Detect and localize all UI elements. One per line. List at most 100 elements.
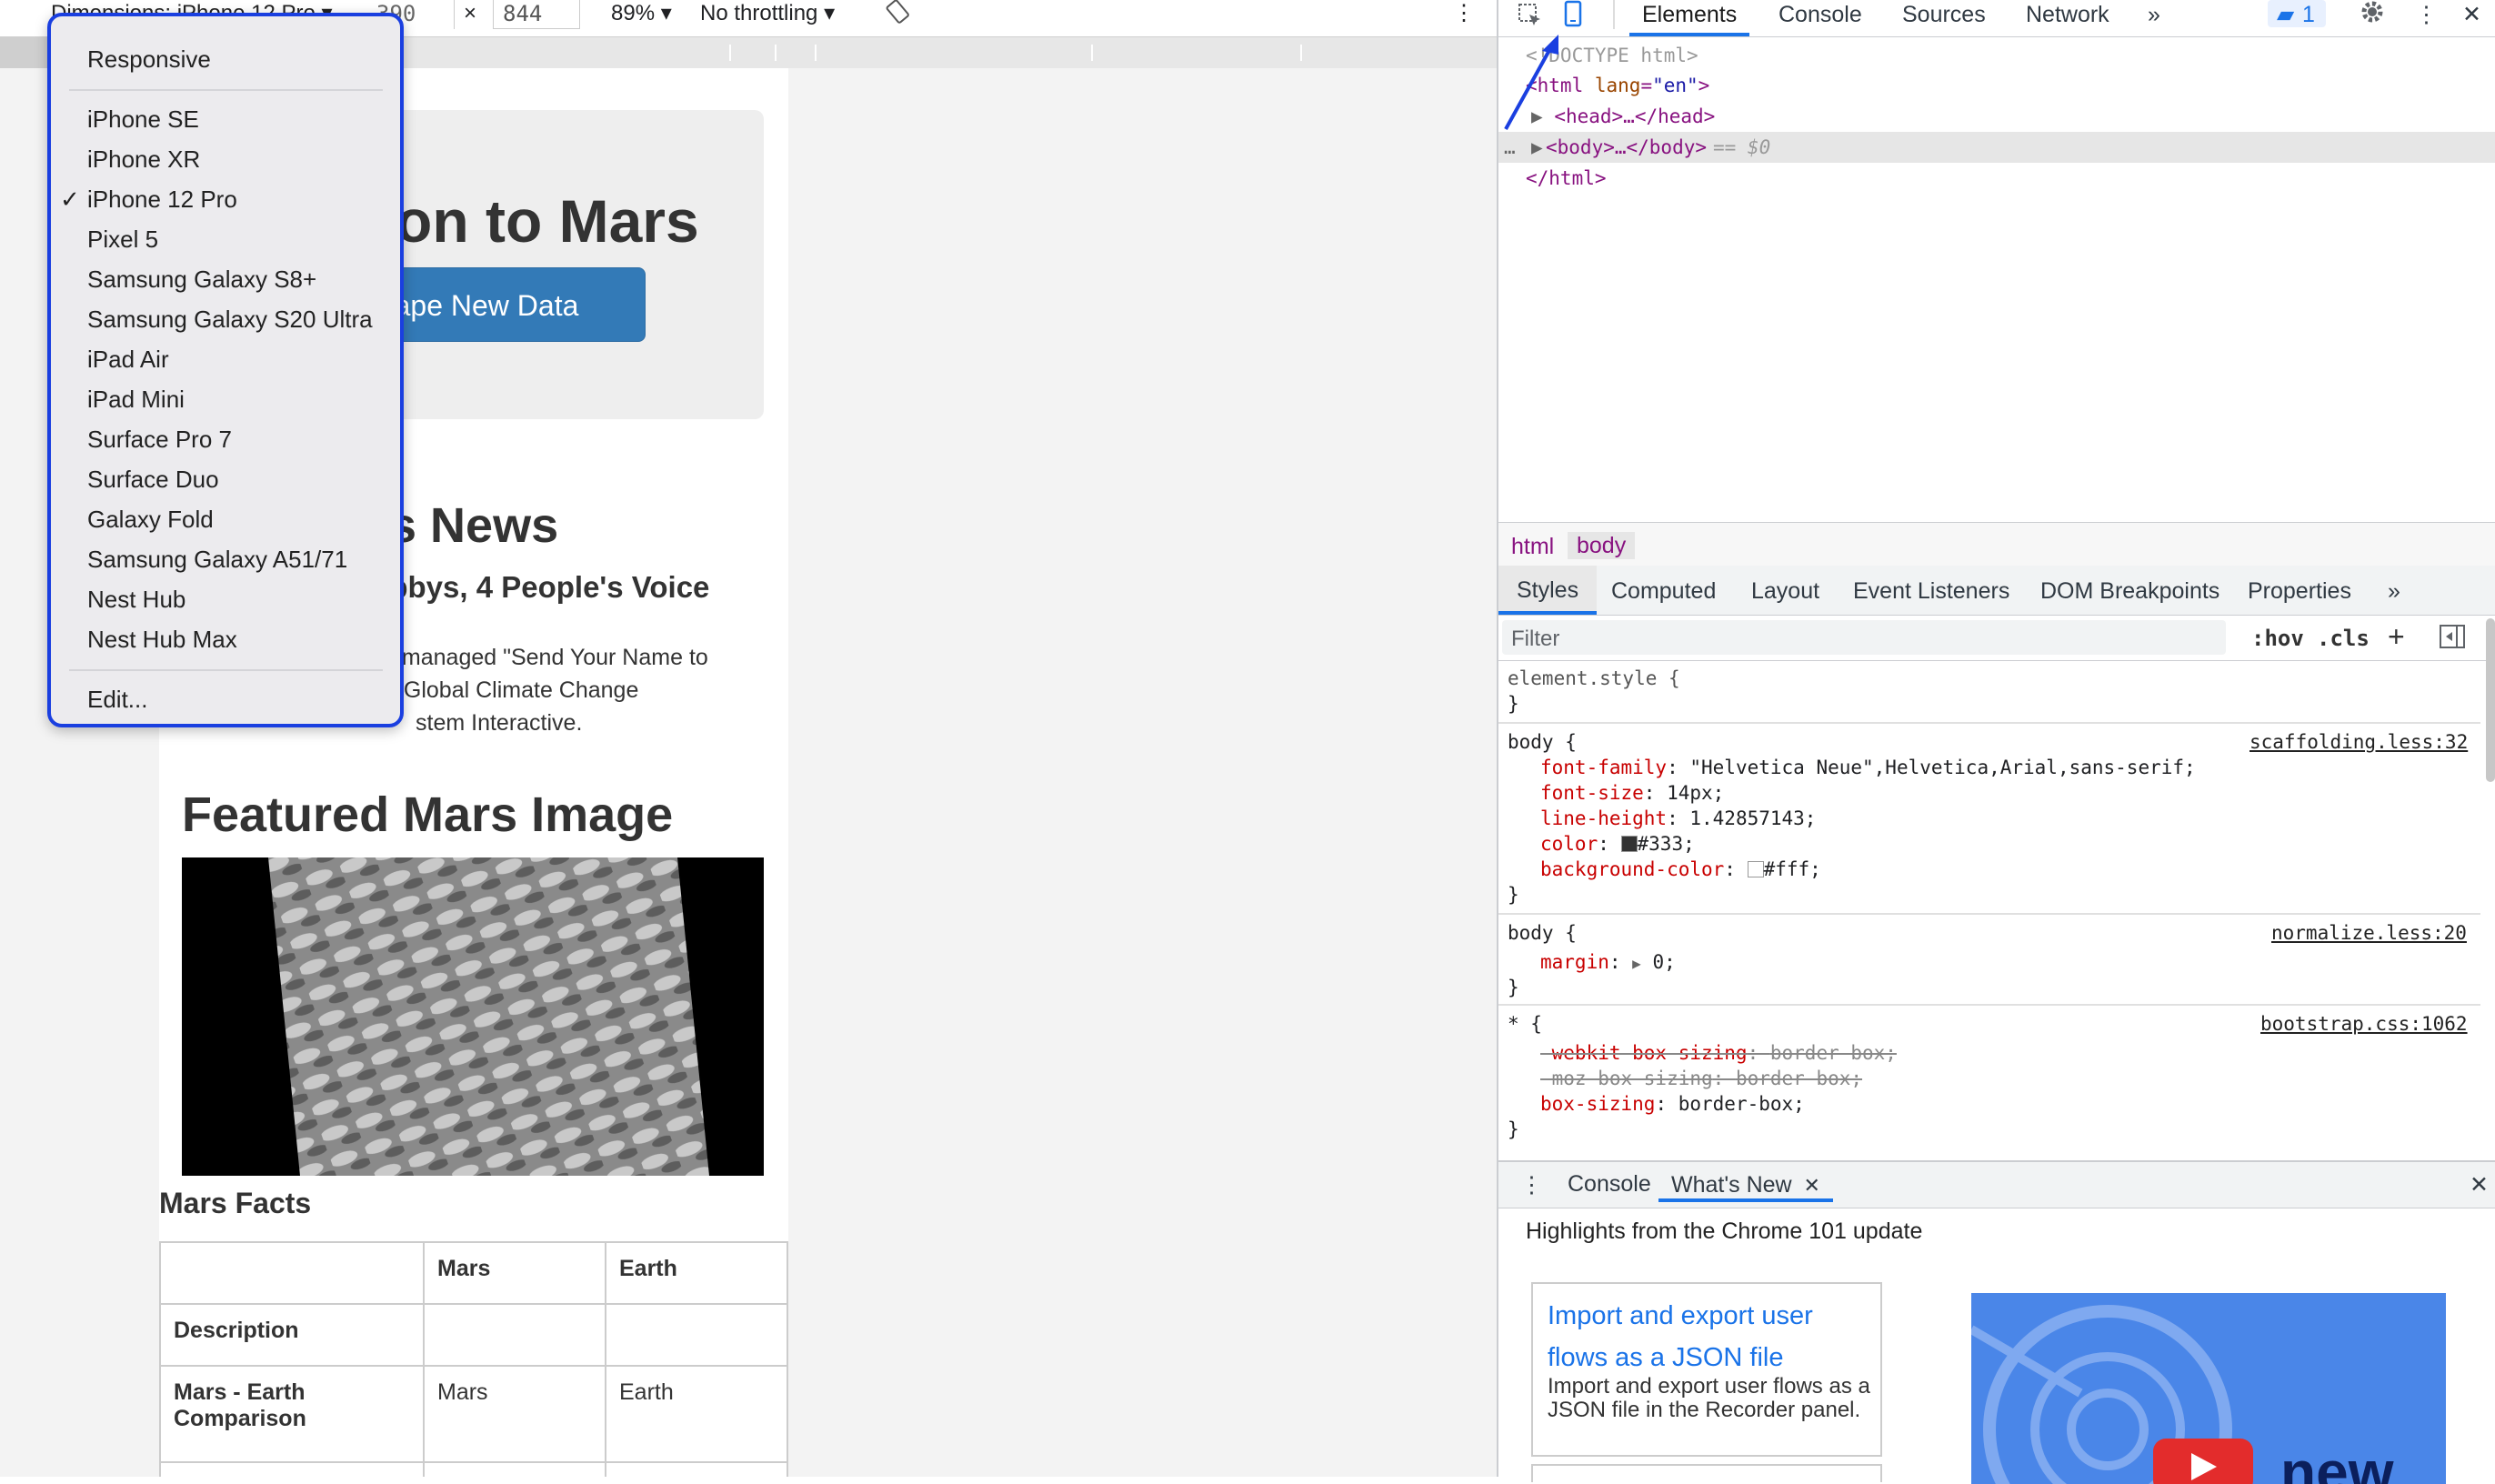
html-close-node[interactable]: </html> [1526,163,1607,194]
css-declaration[interactable]: font-family: "Helvetica Neue",Helvetica,… [1540,755,2196,780]
body-rule-selector[interactable]: body { [1508,729,1577,755]
prop-name: line-height [1540,807,1668,829]
height-input[interactable]: 844 [493,0,580,29]
tab-console[interactable]: Console [1779,0,1862,29]
feature-card[interactable] [1531,1464,1882,1482]
tab-computed[interactable]: Computed [1611,578,1716,605]
normalize-source-link[interactable]: normalize.less:20 [2271,920,2467,946]
featured-image-heading: Featured Mars Image [182,787,674,842]
drawer-tab-whats-new[interactable]: What's New ✕ [1658,1162,1833,1202]
news-line: PL-managed "Send Your Name to [366,645,708,670]
menu-item-nest-hub[interactable]: Nest Hub [87,586,185,614]
expand-triangle-icon[interactable]: ▶ [1632,955,1641,972]
css-declaration[interactable]: font-size: 14px; [1540,780,1724,806]
body-node-selected[interactable]: … ▶ <body>…</body> == $0 [1498,132,2495,163]
color-swatch-icon[interactable] [1747,861,1764,877]
menu-item-edit[interactable]: Edit... [87,686,147,714]
tab-properties[interactable]: Properties [2248,578,2351,605]
feature-card[interactable]: Import and export user flows as a JSON f… [1531,1282,1882,1457]
issues-badge[interactable]: ▰ 1 [2268,0,2326,27]
menu-item-ipad-air[interactable]: iPad Air [87,346,169,374]
prop-name: font-size [1540,782,1644,804]
prop-value: 14px; [1667,782,1725,804]
css-declaration[interactable]: line-height: 1.42857143; [1540,806,1816,831]
tab-event-listeners[interactable]: Event Listeners [1853,578,2009,605]
menu-item-ipad-mini[interactable]: iPad Mini [87,386,185,414]
table-row [159,1461,788,1477]
html-attr-value: "en" [1652,75,1698,96]
settings-gear-icon[interactable] [2359,0,2386,33]
menu-item-galaxy-s8[interactable]: Samsung Galaxy S8+ [87,266,316,294]
breadcrumb-body[interactable]: body [1568,532,1636,559]
filter-input[interactable]: Filter [1502,620,2226,655]
tab-styles[interactable]: Styles [1498,566,1598,615]
table-cell [159,1461,425,1477]
menu-item-galaxy-a51[interactable]: Samsung Galaxy A51/71 [87,546,347,574]
tab-elements[interactable]: Elements [1629,0,1750,36]
universal-rule-selector[interactable]: * { [1508,1011,1542,1037]
scaffolding-source-link[interactable]: scaffolding.less:32 [2250,729,2468,755]
menu-item-galaxy-s20-ultra[interactable]: Samsung Galaxy S20 Ultra [87,306,373,334]
css-declaration-overridden[interactable]: -webkit-box-sizing: border-box; [1540,1040,1897,1066]
feature-card-title[interactable]: Import and export user flows as a JSON f… [1548,1295,1875,1379]
element-style-selector[interactable]: element.style { [1508,666,1680,691]
bootstrap-source-link[interactable]: bootstrap.css:1062 [2260,1011,2468,1037]
color-swatch-icon[interactable] [1620,836,1638,852]
throttling-select[interactable]: No throttling ▾ [700,0,835,27]
menu-item-surface-duo[interactable]: Surface Duo [87,466,219,494]
prop-value: "Helvetica Neue",Helvetica,Arial,sans-se… [1689,757,2196,778]
rotate-icon[interactable] [886,0,911,31]
menu-item-iphone-12-pro[interactable]: iPhone 12 Pro [87,186,237,214]
menu-item-galaxy-fold[interactable]: Galaxy Fold [87,506,214,534]
tab-network[interactable]: Network [2026,0,2109,29]
table-cell: Description [159,1303,425,1367]
menu-item-pixel-5[interactable]: Pixel 5 [87,226,158,254]
featured-mars-image[interactable] [182,857,764,1176]
body-rule-selector[interactable]: body { [1508,920,1577,946]
cls-toggle[interactable]: .cls [2317,626,2370,651]
css-declaration[interactable]: color: #333; [1540,831,1695,857]
drawer-tab-console[interactable]: Console [1568,1171,1651,1198]
css-declaration[interactable]: margin: ▶ 0; [1540,949,1676,977]
mars-facts-heading: Mars Facts [159,1187,312,1219]
close-devtools-icon[interactable]: ✕ [2462,0,2481,29]
hov-toggle[interactable]: :hov [2251,626,2304,651]
prop-value: #fff; [1763,858,1821,880]
css-declaration-overridden[interactable]: -moz-box-sizing: border-box; [1540,1066,1862,1091]
more-options-icon[interactable]: ⋮ [1453,0,1475,27]
news-line: A's Global Climate Change [366,677,639,703]
close-tab-icon[interactable]: ✕ [1804,1174,1820,1197]
table-row: Mars Earth [159,1241,788,1305]
tab-layout[interactable]: Layout [1751,578,1819,605]
video-thumbnail[interactable]: new [1971,1293,2446,1484]
prop-value: border-box; [1769,1042,1897,1064]
tab-sources[interactable]: Sources [1902,0,1986,29]
checkmark-icon: ✓ [60,186,80,213]
menu-item-nest-hub-max[interactable]: Nest Hub Max [87,626,237,654]
menu-item-iphone-xr[interactable]: iPhone XR [87,145,200,174]
menu-item-responsive[interactable]: Responsive [87,45,211,74]
new-rule-icon[interactable]: + [2388,620,2405,654]
prop-name: color [1540,833,1598,855]
more-subtabs-icon[interactable]: » [2388,578,2400,605]
news-title[interactable]: ebbys, 4 People's Voice [373,570,709,605]
css-declaration[interactable]: box-sizing: border-box; [1540,1091,1805,1117]
breadcrumb-html[interactable]: html [1511,534,1554,560]
toggle-sidebar-icon[interactable] [2439,624,2466,656]
zoom-select[interactable]: 89% ▾ [611,0,672,27]
tab-dom-breakpoints[interactable]: DOM Breakpoints [2040,578,2219,605]
menu-item-surface-pro-7[interactable]: Surface Pro 7 [87,426,232,454]
drawer-menu-icon[interactable]: ⋮ [1520,1171,1543,1198]
devtools-panel: Elements Console Sources Network » ▰ 1 ⋮… [1497,0,2495,1484]
zoom-label: 89% [611,1,656,25]
menu-item-iphone-se[interactable]: iPhone SE [87,105,199,134]
customize-menu-icon[interactable]: ⋮ [2415,0,2438,29]
table-cell [605,1461,788,1477]
more-tabs-icon[interactable]: » [2148,0,2160,29]
css-declaration[interactable]: background-color: #fff; [1540,857,1821,882]
styles-scrollbar[interactable] [2486,618,2495,782]
video-caption: new [2280,1439,2394,1484]
device-dropdown-menu: Responsive iPhone SE iPhone XR ✓ iPhone … [47,13,404,727]
table-cell: Mars [423,1241,606,1305]
close-drawer-icon[interactable]: ✕ [2470,1171,2489,1198]
